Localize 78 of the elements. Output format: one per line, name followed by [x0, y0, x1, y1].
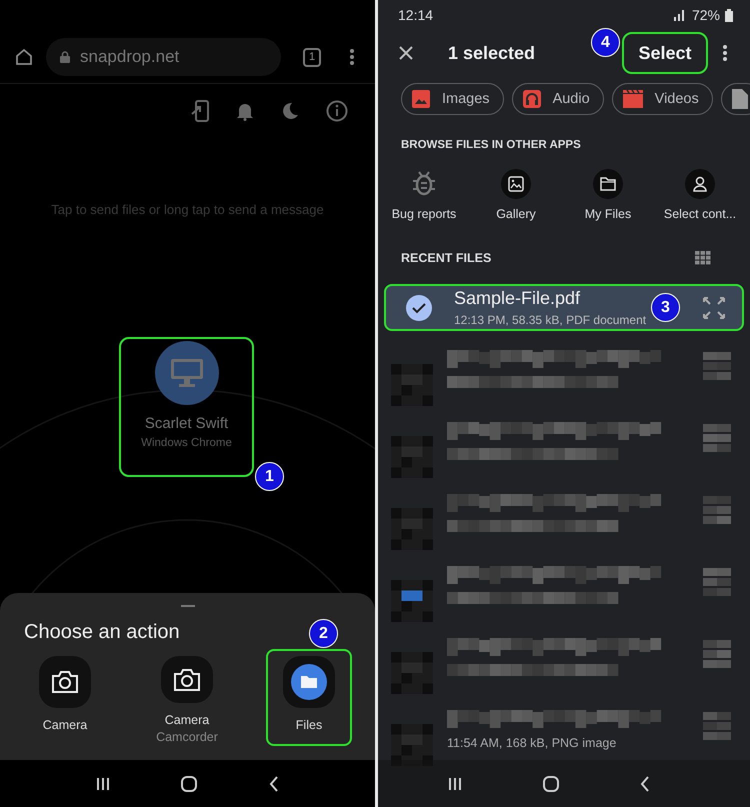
app-shortcut[interactable]: Gallery — [470, 169, 562, 221]
pixelated-icon — [703, 424, 731, 454]
address-bar[interactable]: snapdrop.net — [46, 38, 281, 76]
step-badge: 3 — [651, 293, 680, 322]
recents-icon[interactable] — [448, 776, 462, 790]
tab-count-button[interactable]: 1 — [303, 48, 321, 66]
select-button[interactable]: Select — [622, 32, 708, 74]
action-option[interactable]: Camera — [22, 649, 108, 746]
peer-name: Scarlet Swift — [144, 415, 228, 432]
pixelated-thumbnail — [391, 364, 433, 406]
more-icon[interactable] — [349, 48, 355, 66]
action-sublabel: Camcorder — [156, 730, 218, 744]
app-shortcut[interactable]: My Files — [562, 169, 654, 221]
filter-chip[interactable]: Images — [401, 83, 504, 115]
filter-chip[interactable]: Audio — [512, 83, 604, 115]
headphones-icon — [522, 90, 541, 108]
image-icon — [412, 90, 430, 108]
url-text: snapdrop.net — [80, 47, 180, 67]
status-time: 12:14 — [398, 7, 434, 23]
action-option[interactable]: Camera Camcorder — [144, 649, 230, 746]
app-shortcut[interactable]: Bug reports — [378, 169, 470, 221]
home-button-icon[interactable] — [542, 776, 559, 792]
moon-icon[interactable] — [280, 101, 300, 121]
sheet-title: Choose an action — [24, 621, 180, 644]
peer-device-type: Windows Chrome — [141, 437, 232, 449]
pixelated-icon — [703, 712, 731, 742]
hint-text: Tap to send files or long tap to send a message — [50, 202, 325, 217]
signal-icon — [672, 9, 687, 21]
bug-icon — [412, 169, 436, 197]
pixelated-icon — [703, 496, 731, 526]
pixelated-thumbnail — [391, 508, 433, 550]
pixelated-thumbnail — [391, 652, 433, 694]
pixelated-thumbnail — [391, 580, 433, 622]
file-details: 11:54 AM, 168 kB, PNG image — [447, 736, 618, 750]
person-icon — [693, 176, 707, 192]
pixelated-icon — [703, 352, 731, 382]
expand-icon[interactable] — [702, 296, 726, 320]
section-heading: BROWSE FILES IN OTHER APPS — [401, 139, 582, 151]
step-badge: 1 — [255, 462, 284, 491]
pixelated-icon — [703, 568, 731, 598]
clapperboard-icon — [622, 90, 643, 108]
install-icon[interactable] — [190, 100, 210, 122]
filter-chip[interactable] — [720, 83, 750, 115]
lock-icon — [60, 51, 70, 63]
camera-icon — [51, 670, 79, 694]
folder-icon — [291, 664, 327, 700]
recents-icon[interactable] — [96, 776, 110, 790]
peer-device[interactable]: Scarlet Swift Windows Chrome — [119, 337, 254, 477]
battery-icon — [725, 8, 733, 22]
filter-chip[interactable]: Videos — [612, 83, 713, 115]
check-circle-icon — [406, 294, 432, 320]
file-name: Sample-File.pdf — [454, 288, 580, 309]
section-heading: RECENT FILES — [401, 251, 492, 265]
pixelated-icon — [703, 640, 731, 670]
document-icon — [732, 89, 748, 109]
picture-frame-icon — [508, 176, 524, 192]
info-icon[interactable] — [326, 100, 348, 122]
close-icon[interactable] — [398, 45, 414, 61]
step-badge: 4 — [591, 28, 620, 57]
more-icon[interactable] — [722, 44, 728, 62]
file-details: 12:13 PM, 58.35 kB, PDF document — [454, 313, 646, 327]
pixelated-thumbnail — [391, 436, 433, 478]
home-button-icon[interactable] — [181, 776, 198, 792]
back-icon[interactable] — [269, 776, 280, 792]
home-icon[interactable] — [14, 47, 34, 67]
sheet-handle[interactable] — [180, 605, 194, 607]
step-badge: 2 — [309, 619, 338, 648]
app-shortcut[interactable]: Select cont... — [654, 169, 746, 221]
grid-view-icon[interactable] — [695, 251, 711, 265]
back-icon[interactable] — [640, 776, 650, 792]
bell-icon[interactable] — [236, 101, 254, 121]
battery-level: 72% — [692, 7, 720, 23]
selection-count: 1 selected — [448, 42, 536, 64]
camera-icon — [173, 668, 201, 692]
pixelated-thumbnail — [391, 724, 433, 766]
monitor-icon — [170, 358, 204, 388]
folder-icon — [600, 177, 616, 191]
file-row[interactable]: Sample-File.pdf 12:13 PM, 58.35 kB, PDF document 3 — [384, 284, 744, 331]
